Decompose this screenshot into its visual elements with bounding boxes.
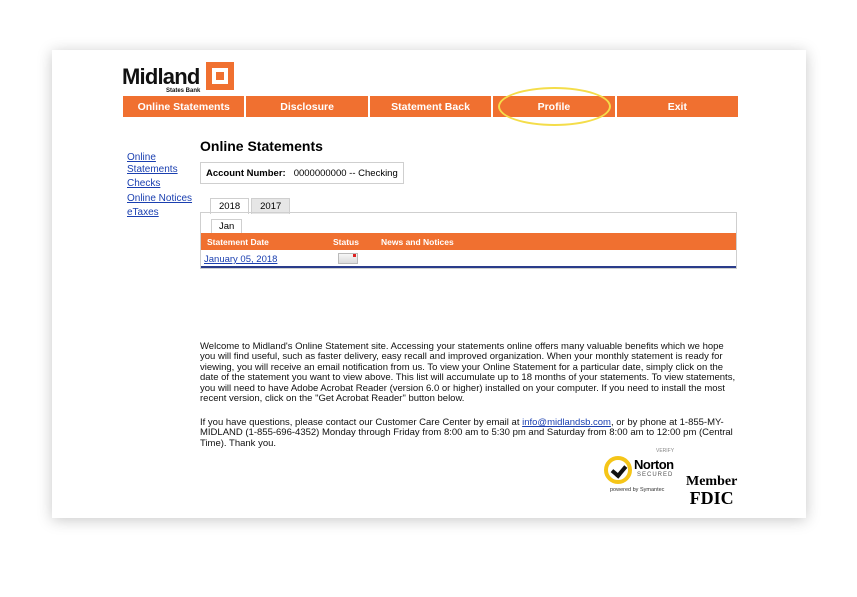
logo-subtitle: States Bank <box>166 88 201 94</box>
col-statement-date: Statement Date <box>207 237 269 247</box>
account-label: Account Number: <box>206 167 286 179</box>
member-fdic-logo: Member FDIC <box>686 473 737 507</box>
logo-wordmark: Midland <box>122 64 200 89</box>
main-nav: Online Statements Disclosure Statement B… <box>123 96 739 117</box>
verify-label: VERIFY <box>656 448 675 454</box>
welcome-paragraph: Welcome to Midland's Online Statement si… <box>200 341 736 405</box>
statement-date-link[interactable]: January 05, 2018 <box>204 254 277 265</box>
sidebar: Online Statements Checks Online Notices … <box>127 152 197 222</box>
account-number-box: Account Number: 0000000000 -- Checking <box>200 162 404 184</box>
table-header: Statement Date Status News and Notices <box>201 233 736 250</box>
pdf-status-icon[interactable] <box>338 253 358 264</box>
powered-by-label: powered by Symantec <box>610 487 665 493</box>
nav-disclosure[interactable]: Disclosure <box>246 96 370 117</box>
table-row: January 05, 2018 <box>201 252 736 268</box>
midland-logo[interactable]: Midland States Bank <box>122 61 242 101</box>
page-title: Online Statements <box>200 138 323 154</box>
profile-highlight-ring <box>498 87 611 126</box>
norton-label: Norton <box>634 457 674 472</box>
sidebar-checks[interactable]: Checks <box>127 178 197 190</box>
main-content: Online Statements Account Number: 000000… <box>200 138 740 448</box>
secured-label: SECURED <box>637 472 674 478</box>
account-value: 0000000000 -- Checking <box>293 167 398 179</box>
email-link[interactable]: info@midlandsb.com <box>522 417 611 428</box>
nav-statement-back[interactable]: Statement Back <box>369 96 494 117</box>
contact-paragraph: If you have questions, please contact ou… <box>200 417 740 449</box>
sidebar-online-notices[interactable]: Online Notices <box>127 193 197 205</box>
statements-panel: Jan Statement Date Status News and Notic… <box>200 212 737 269</box>
sidebar-online-statements[interactable]: Online Statements <box>127 152 197 175</box>
nav-exit[interactable]: Exit <box>616 96 739 117</box>
col-status: Status <box>333 237 359 247</box>
tab-jan[interactable]: Jan <box>211 219 243 233</box>
norton-check-icon <box>604 456 632 484</box>
statement-page: Midland States Bank Online Statements Di… <box>52 50 806 518</box>
nav-online-statements[interactable]: Online Statements <box>123 96 247 117</box>
contact-text-pre: If you have questions, please contact ou… <box>200 417 523 428</box>
col-news-notices: News and Notices <box>381 237 454 247</box>
sidebar-etaxes[interactable]: eTaxes <box>127 207 197 219</box>
fdic-label: FDIC <box>689 488 734 508</box>
logo-square-icon <box>206 62 234 90</box>
norton-secured-badge[interactable]: VERIFY Norton SECURED powered by Symante… <box>604 448 694 498</box>
